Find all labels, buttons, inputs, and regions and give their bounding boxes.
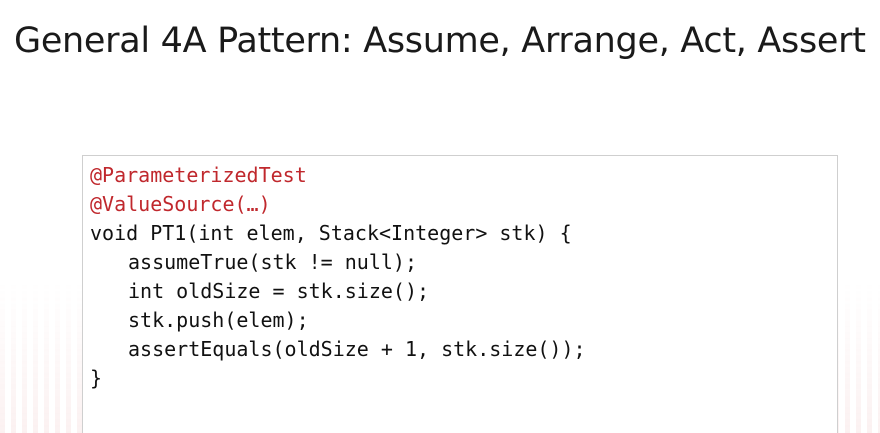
code-line-parameterized-test-annotation: @ParameterizedTest xyxy=(90,163,307,187)
code-line-act: stk.push(elem); xyxy=(128,308,309,332)
code-line-closing-brace: } xyxy=(90,366,103,390)
code-block: @ParameterizedTest @ValueSource(…) void … xyxy=(82,155,838,433)
code-line-assert: assertEquals(oldSize + 1, stk.size()); xyxy=(128,337,586,361)
slide: General 4A Pattern: Assume, Arrange, Act… xyxy=(0,0,880,433)
code-line-method-signature: void PT1(int elem, Stack<Integer> stk) { xyxy=(90,221,572,245)
code-line-value-source-annotation: @ValueSource(…) xyxy=(90,192,271,216)
code-line-arrange: int oldSize = stk.size(); xyxy=(128,279,430,303)
decorative-stripes-left xyxy=(0,283,90,433)
code-line-assume: assumeTrue(stk != null); xyxy=(128,250,417,274)
slide-title: General 4A Pattern: Assume, Arrange, Act… xyxy=(14,21,866,61)
